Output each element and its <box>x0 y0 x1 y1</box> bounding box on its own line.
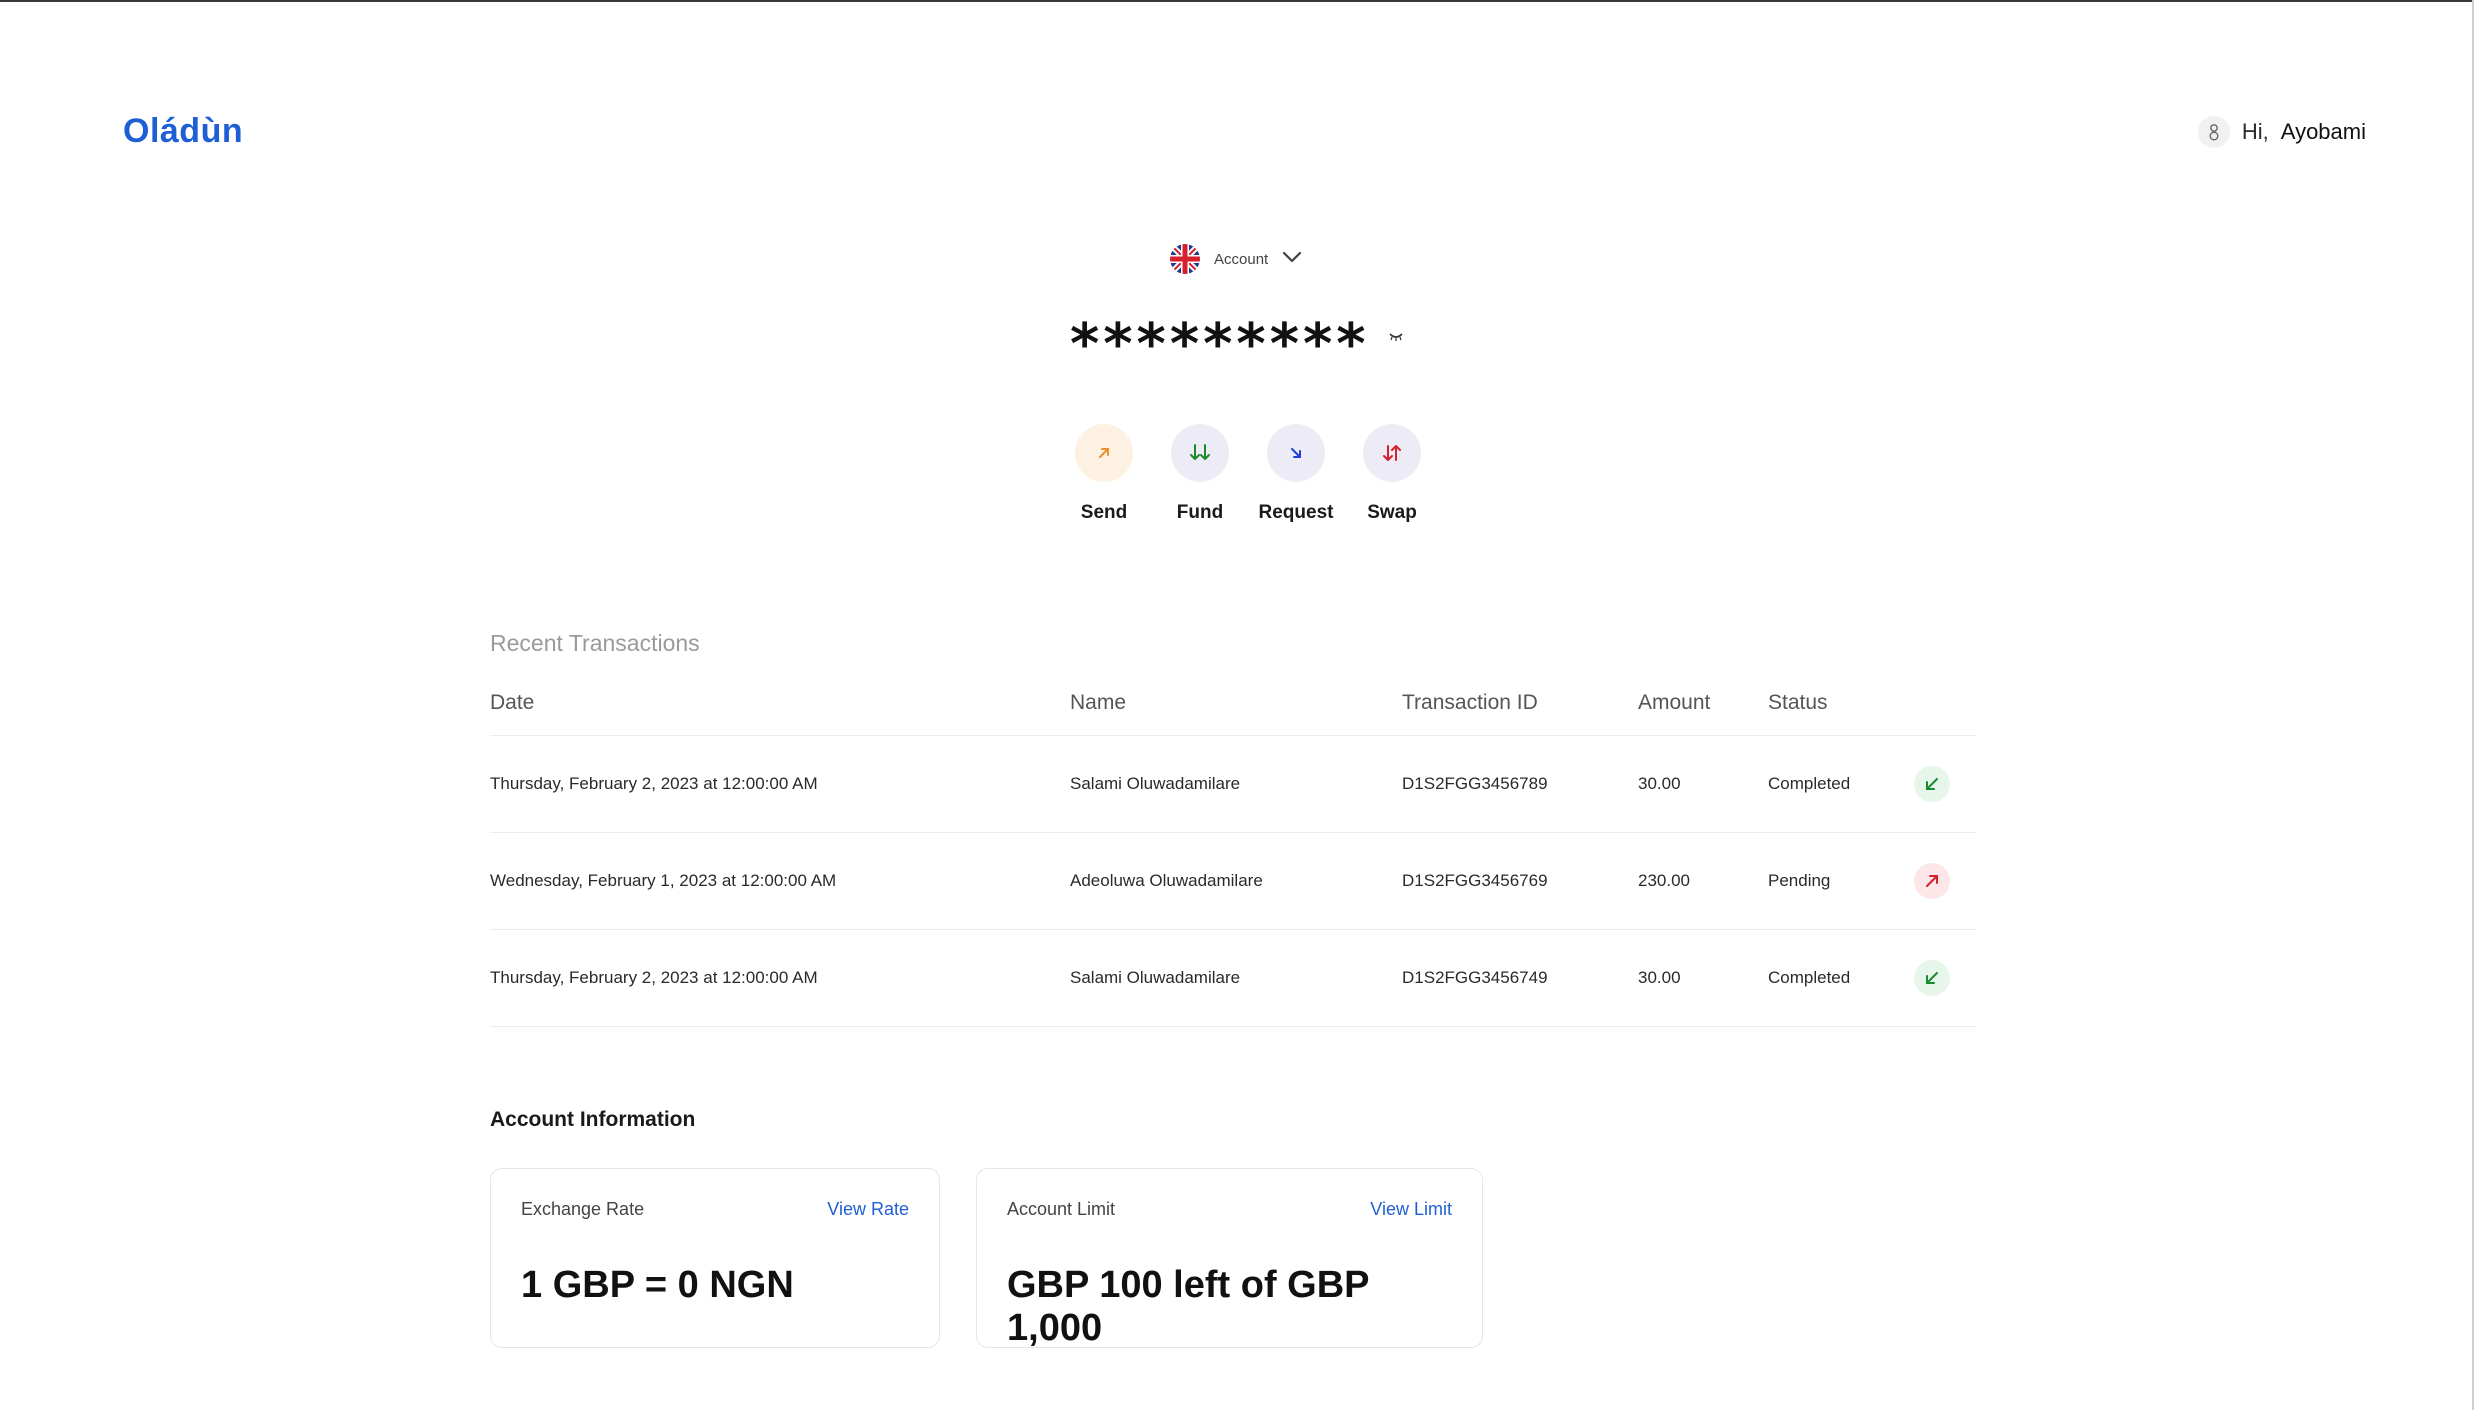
app-logo[interactable]: Oládùn <box>123 112 243 151</box>
arrow-down-right-icon <box>1267 424 1325 482</box>
account-limit-card: Account Limit View Limit GBP 100 left of… <box>976 1168 1483 1349</box>
window-top-border <box>0 0 2474 2</box>
cell-transaction-id: D1S2FGG3456749 <box>1402 929 1638 1027</box>
balance-display: ********* <box>0 312 2474 377</box>
eye-closed-icon[interactable] <box>1388 330 1404 348</box>
username: Ayobami <box>2280 119 2366 144</box>
cell-status: Completed <box>1768 929 1914 1027</box>
transactions-table: Date Name Transaction ID Amount Status T… <box>490 685 1976 1027</box>
exchange-rate-title: Exchange Rate <box>521 1199 645 1219</box>
cell-date: Wednesday, February 1, 2023 at 12:00:00 … <box>490 832 1070 930</box>
uk-flag-icon <box>1170 244 1200 274</box>
incoming-arrow-icon <box>1914 959 1950 996</box>
cell-amount: 30.00 <box>1638 929 1768 1027</box>
view-rate-link[interactable]: View Rate <box>827 1199 909 1220</box>
account-limit-title: Account Limit <box>1007 1199 1116 1219</box>
quick-actions: Send Fund Request Swap <box>1056 424 1440 524</box>
send-label: Send <box>1080 502 1128 523</box>
cell-date: Thursday, February 2, 2023 at 12:00:00 A… <box>490 735 1070 833</box>
cell-name: Salami Oluwadamilare <box>1070 735 1402 833</box>
column-header-amount: Amount <box>1638 685 1768 736</box>
fund-label: Fund <box>1176 502 1224 523</box>
view-limit-link[interactable]: View Limit <box>1370 1199 1452 1220</box>
column-header-date: Date <box>490 685 1070 736</box>
swap-button[interactable]: Swap <box>1344 424 1440 524</box>
column-header-direction <box>1914 685 1976 736</box>
table-header-row: Date Name Transaction ID Amount Status <box>490 685 1976 736</box>
user-menu[interactable]: Hi, Ayobami <box>2197 116 2366 148</box>
account-limit-value: GBP 100 left of GBP 1,000 <box>1007 1264 1369 1349</box>
swap-label: Swap <box>1367 502 1417 523</box>
cell-status: Completed <box>1768 735 1914 833</box>
column-header-transaction-id: Transaction ID <box>1402 685 1638 736</box>
fund-button[interactable]: Fund <box>1152 424 1248 524</box>
account-selector[interactable]: Account <box>1170 244 1302 274</box>
table-row[interactable]: Thursday, February 2, 2023 at 12:00:00 A… <box>490 929 1976 1027</box>
cell-name: Adeoluwa Oluwadamilare <box>1070 832 1402 930</box>
table-row[interactable]: Wednesday, February 1, 2023 at 12:00:00 … <box>490 832 1976 930</box>
column-header-status: Status <box>1768 685 1914 736</box>
account-information-title: Account Information <box>490 1108 696 1131</box>
cell-name: Salami Oluwadamilare <box>1070 929 1402 1027</box>
cell-amount: 30.00 <box>1638 735 1768 833</box>
table-row[interactable]: Thursday, February 2, 2023 at 12:00:00 A… <box>490 735 1976 833</box>
column-header-name: Name <box>1070 685 1402 736</box>
cell-date: Thursday, February 2, 2023 at 12:00:00 A… <box>490 929 1070 1027</box>
cell-status: Pending <box>1768 832 1914 930</box>
user-icon <box>2197 116 2230 148</box>
request-label: Request <box>1258 502 1334 523</box>
balance-value: ********* <box>1069 312 1370 377</box>
swap-icon <box>1363 424 1421 482</box>
account-label: Account <box>1214 250 1269 268</box>
exchange-rate-value: 1 GBP = 0 NGN <box>521 1264 794 1306</box>
cell-transaction-id: D1S2FGG3456789 <box>1402 735 1638 833</box>
cell-amount: 230.00 <box>1638 832 1768 930</box>
arrows-down-icon <box>1171 424 1229 482</box>
incoming-arrow-icon <box>1914 765 1950 802</box>
send-button[interactable]: Send <box>1056 424 1152 524</box>
chevron-down-icon <box>1282 250 1302 269</box>
outgoing-arrow-icon <box>1914 862 1950 899</box>
transactions-heading: Recent Transactions <box>490 630 700 656</box>
exchange-rate-card: Exchange Rate View Rate 1 GBP = 0 NGN <box>490 1168 940 1348</box>
recent-transactions: Recent Transactions Date Name Transactio… <box>490 630 1976 1027</box>
cell-transaction-id: D1S2FGG3456769 <box>1402 832 1638 930</box>
greeting-text: Hi, <box>2241 119 2269 144</box>
arrow-up-right-icon <box>1075 424 1133 482</box>
request-button[interactable]: Request <box>1248 424 1344 524</box>
